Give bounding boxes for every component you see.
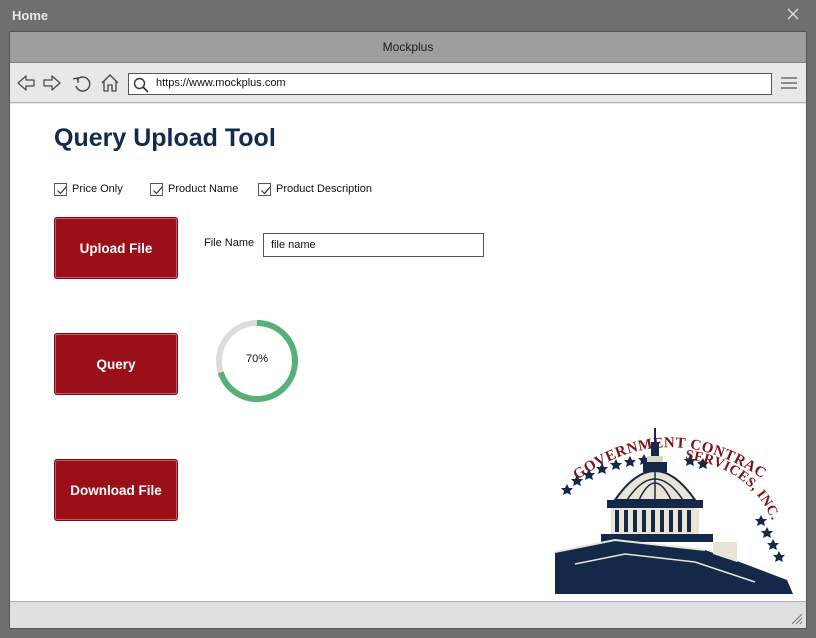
refresh-icon[interactable] <box>71 72 93 94</box>
forward-icon[interactable] <box>41 72 63 94</box>
checkbox-box[interactable] <box>150 182 163 196</box>
download-file-button[interactable]: Download File <box>54 459 178 521</box>
checkbox-box[interactable] <box>54 182 67 196</box>
query-button[interactable]: Query <box>54 333 178 395</box>
back-icon[interactable] <box>15 72 37 94</box>
checkbox-label: Price Only <box>72 183 123 195</box>
resize-grip-icon[interactable] <box>791 613 803 625</box>
file-name-input[interactable] <box>263 233 484 257</box>
url-text: https://www.mockplus.com <box>156 77 286 89</box>
address-bar[interactable]: https://www.mockplus.com <box>128 73 772 95</box>
progress-ring: 70% <box>214 318 300 404</box>
checkbox-product-description[interactable]: Product Description <box>258 181 372 197</box>
close-icon[interactable] <box>784 5 802 23</box>
status-bar <box>10 601 806 628</box>
home-icon[interactable] <box>99 72 121 94</box>
checkbox-product-name[interactable]: Product Name <box>150 181 238 197</box>
checkmark-icon <box>153 186 163 194</box>
page-title: Query Upload Tool <box>54 124 276 152</box>
checkbox-label: Product Description <box>276 183 372 195</box>
checkmark-icon <box>261 186 271 194</box>
checkmark-icon <box>57 186 67 194</box>
browser-tab-title: Mockplus <box>382 40 434 54</box>
upload-file-button[interactable]: Upload File <box>54 217 178 279</box>
menu-icon[interactable] <box>780 75 798 91</box>
browser-toolbar: https://www.mockplus.com <box>10 63 806 103</box>
page-content: Query Upload Tool Price Only Product Nam… <box>10 104 806 601</box>
checkbox-box[interactable] <box>258 182 271 196</box>
search-icon <box>133 77 149 93</box>
company-logo: GOVERNMENT CONTRACT SERVICES, INC. <box>555 422 793 594</box>
browser-frame: Mockplus https://www.mockplus.com Query … <box>9 31 807 629</box>
progress-label: 70% <box>245 353 269 365</box>
checkbox-price-only[interactable]: Price Only <box>54 181 123 197</box>
browser-tab-bar: Mockplus <box>10 32 806 63</box>
window-titlebar: Home <box>0 0 816 30</box>
window-title: Home <box>12 8 49 23</box>
file-name-label: File Name <box>204 237 255 249</box>
checkbox-label: Product Name <box>168 183 239 195</box>
